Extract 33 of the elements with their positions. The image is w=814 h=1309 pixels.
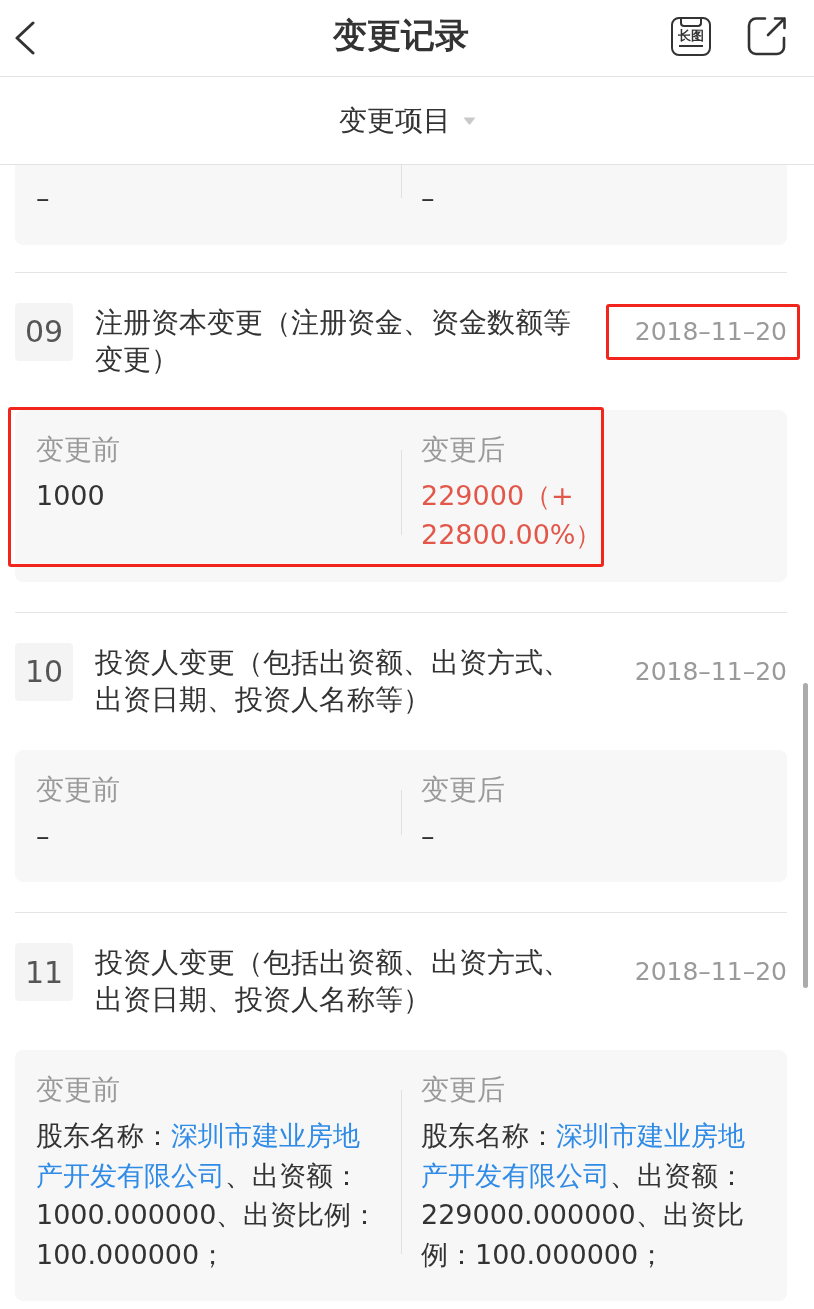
record-date: 2018–11–20 xyxy=(634,656,787,687)
change-value: – xyxy=(36,181,50,215)
company-link[interactable]: 深圳市建业房地 xyxy=(556,1120,745,1151)
company-link[interactable]: 产开发有限公司 xyxy=(421,1159,610,1191)
change-value: – xyxy=(36,818,50,853)
record-title: 投资人变更（包括出资额、出资方式、出资日期、投资人名称等） xyxy=(95,644,572,718)
long-image-button[interactable]: 长图 xyxy=(671,16,711,56)
back-icon[interactable] xyxy=(14,21,36,55)
record-title: 注册资本变更（注册资金、资金数额等变更） xyxy=(95,304,572,378)
page-title: 变更记录 xyxy=(332,14,469,57)
change-value: 229000（+ 22800.00%） xyxy=(421,478,604,552)
caret-icon xyxy=(462,116,476,125)
change-value: – xyxy=(421,818,435,853)
column-label: 变更前 xyxy=(36,1072,120,1108)
change-value: – xyxy=(421,181,435,215)
record-title: 投资人变更（包括出资额、出资方式、出资日期、投资人名称等） xyxy=(95,945,572,1018)
record-date: 2018–11–20 xyxy=(634,957,787,987)
change-value: 股东名称：深圳市建业房地 产开发有限公司、出资额：229000.000000、出资比例：100.000000； xyxy=(421,1119,746,1272)
change-value: 股东名称：深圳市建业房地 产开发有限公司、出资额：1000.000000、出资比例：100.000000； xyxy=(36,1119,380,1272)
record-number: 10 xyxy=(15,642,73,701)
record-date: 2018–11–20 xyxy=(634,316,787,347)
column-label: 变更后 xyxy=(421,431,505,468)
change-value: 1000 xyxy=(36,478,105,513)
company-link[interactable]: 产开发有限公司 xyxy=(36,1159,225,1191)
column-label: 变更后 xyxy=(421,1072,505,1108)
column-label: 变更后 xyxy=(421,771,505,808)
share-icon[interactable] xyxy=(747,16,787,56)
column-label: 变更前 xyxy=(36,431,120,468)
column-label: 变更前 xyxy=(36,771,120,808)
record-number: 09 xyxy=(15,302,73,361)
record-number: 11 xyxy=(15,943,73,1001)
filter-dropdown[interactable]: 变更项目 xyxy=(338,102,476,139)
company-link[interactable]: 深圳市建业房地 xyxy=(171,1120,360,1151)
